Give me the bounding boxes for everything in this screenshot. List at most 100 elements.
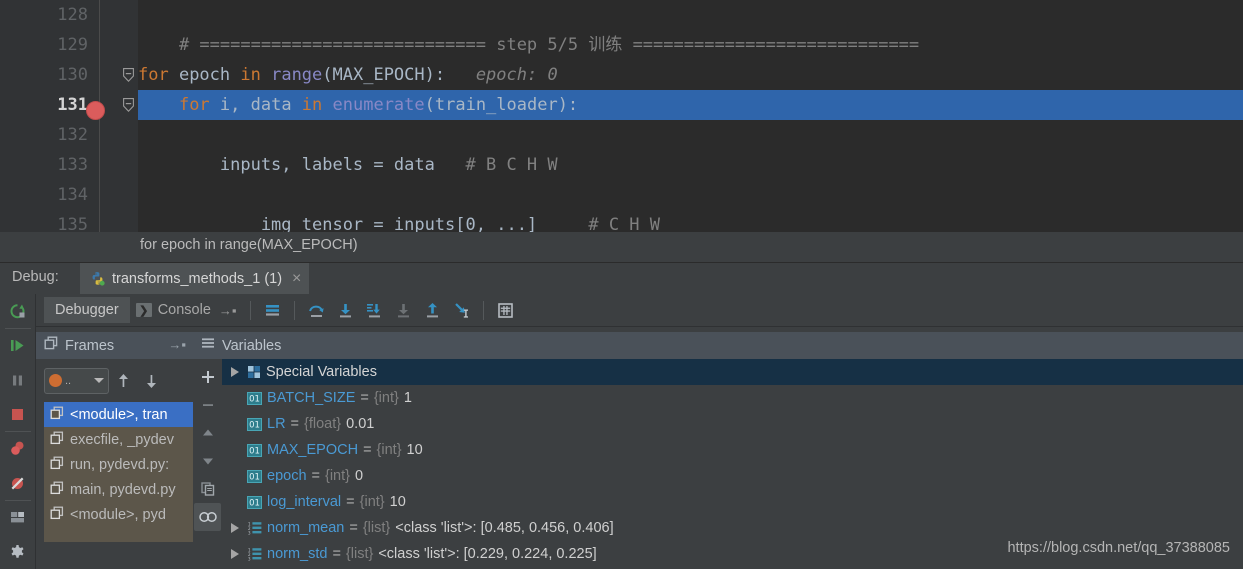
frames-panel-header[interactable]: Frames →▪ bbox=[36, 332, 193, 359]
stack-frame-icon bbox=[50, 406, 64, 424]
variable-type: {int} bbox=[359, 494, 385, 510]
frame-list-item[interactable]: main, pydevd.py bbox=[44, 477, 193, 502]
chevron-down-icon bbox=[94, 378, 104, 383]
python-file-icon bbox=[90, 271, 105, 286]
frame-up-button[interactable] bbox=[109, 367, 137, 395]
code-line-text: # ============================ step 5/5 … bbox=[138, 30, 919, 60]
variable-row[interactable]: 1 2 3 norm_mean = {list} <class 'list'>: [0.48… bbox=[222, 515, 1243, 541]
variable-value: 10 bbox=[389, 494, 406, 510]
variable-equals: = bbox=[360, 390, 369, 406]
frame-list-item-label: <module>, pyd bbox=[70, 506, 166, 523]
step-into-icon[interactable] bbox=[331, 296, 360, 324]
variable-value: <class 'list'>: [0.485, 0.456, 0.406] bbox=[395, 520, 614, 536]
resume-program-icon[interactable] bbox=[0, 329, 36, 363]
run-to-cursor-icon[interactable] bbox=[447, 296, 476, 324]
step-into-my-code-icon[interactable] bbox=[389, 296, 418, 324]
code-fold-icon[interactable] bbox=[123, 68, 134, 82]
code-token-cm: # ============================ step 5/5 … bbox=[138, 35, 920, 55]
thread-selector-dropdown[interactable]: .. bbox=[44, 367, 109, 394]
variable-type: {float} bbox=[304, 416, 342, 432]
add-watch-button[interactable] bbox=[194, 363, 221, 391]
code-fold-icon[interactable] bbox=[123, 98, 134, 112]
chevron-right-icon bbox=[231, 523, 239, 533]
copy-value-button[interactable] bbox=[194, 475, 221, 503]
remove-watch-button[interactable] bbox=[194, 391, 221, 419]
code-line[interactable]: 131 for i, data in enumerate(train_loade… bbox=[0, 90, 1243, 120]
force-step-into-icon[interactable] bbox=[360, 296, 389, 324]
frame-down-button[interactable] bbox=[137, 367, 165, 395]
code-editor[interactable]: 128 129 # ============================ st… bbox=[0, 0, 1243, 232]
evaluate-expression-icon[interactable] bbox=[491, 296, 520, 324]
int-var-icon: 01 bbox=[247, 443, 262, 457]
rerun-icon[interactable] bbox=[0, 294, 36, 328]
breakpoint-marker[interactable] bbox=[86, 101, 105, 120]
variable-equals: = bbox=[332, 546, 341, 562]
close-icon[interactable]: × bbox=[292, 270, 301, 287]
run-configuration-tab[interactable]: transforms_methods_1 (1) × bbox=[80, 263, 310, 294]
frame-list-item[interactable]: <module>, pyd bbox=[44, 502, 193, 527]
thread-status-icon bbox=[49, 374, 62, 387]
tab-debugger[interactable]: Debugger bbox=[44, 297, 130, 323]
frame-list-item[interactable]: <module>, tran bbox=[44, 402, 193, 427]
variable-type: {int} bbox=[373, 390, 399, 406]
code-line[interactable]: 129 # ============================ step … bbox=[0, 30, 1243, 60]
svg-text:3: 3 bbox=[248, 530, 251, 535]
move-watch-up-button[interactable] bbox=[194, 419, 221, 447]
frames-list[interactable]: <module>, tran execfile, _pydev run, pydev… bbox=[44, 402, 193, 542]
code-token-kw: in bbox=[240, 65, 272, 85]
expand-triangle-icon[interactable] bbox=[228, 549, 242, 559]
variable-equals: = bbox=[346, 494, 355, 510]
code-line-text: for i, data in enumerate(train_loader): bbox=[138, 90, 578, 120]
variable-value: <class 'list'>: [0.229, 0.224, 0.225] bbox=[378, 546, 597, 562]
stop-icon[interactable] bbox=[0, 397, 36, 431]
line-number: 130 bbox=[57, 65, 88, 85]
editor-hscrollbar-track[interactable] bbox=[100, 216, 1243, 225]
frame-list-item[interactable]: run, pydevd.py: bbox=[44, 452, 193, 477]
variable-row[interactable]: 01 BATCH_SIZE = {int} 1 bbox=[222, 385, 1243, 411]
frame-list-item[interactable]: execfile, _pydev bbox=[44, 427, 193, 452]
mute-breakpoints-icon[interactable] bbox=[0, 466, 36, 500]
inspect-watches-button[interactable] bbox=[194, 503, 221, 531]
editor-tooltip-text: for epoch in range(MAX_EPOCH) bbox=[140, 237, 358, 253]
frame-list-item-label: execfile, _pydev bbox=[70, 431, 174, 448]
chevron-right-icon bbox=[231, 549, 239, 559]
console-icon: ❯ bbox=[135, 303, 152, 317]
code-line[interactable]: 134 bbox=[0, 180, 1243, 210]
code-line[interactable]: 128 bbox=[0, 0, 1243, 30]
int-var-icon: 01 bbox=[247, 495, 262, 509]
pause-program-icon[interactable] bbox=[0, 363, 36, 397]
code-line-text: inputs, labels = data # B C H W bbox=[138, 150, 558, 180]
show-execution-point-icon[interactable] bbox=[258, 296, 287, 324]
code-line[interactable]: 133 inputs, labels = data # B C H W bbox=[0, 150, 1243, 180]
code-lines: 128 129 # ============================ st… bbox=[0, 0, 1243, 232]
code-token-kw: for bbox=[138, 65, 179, 85]
debug-window-header: Debug: transforms_methods_1 (1) × bbox=[0, 263, 1243, 294]
code-line[interactable]: 132 bbox=[0, 120, 1243, 150]
layout-settings-icon[interactable] bbox=[0, 501, 36, 535]
line-number: 133 bbox=[57, 155, 88, 175]
variable-row[interactable]: 01 MAX_EPOCH = {int} 10 bbox=[222, 437, 1243, 463]
svg-text:3: 3 bbox=[248, 556, 251, 561]
pin-tab-icon[interactable]: →▪ bbox=[219, 303, 237, 318]
move-watch-down-button[interactable] bbox=[194, 447, 221, 475]
code-token-kw: in bbox=[301, 95, 333, 115]
variable-row[interactable]: 01 epoch = {int} 0 bbox=[222, 463, 1243, 489]
variable-row[interactable]: 01 log_interval = {int} 10 bbox=[222, 489, 1243, 515]
special-variables-row[interactable]: Special Variables bbox=[222, 359, 1243, 385]
view-breakpoints-icon[interactable] bbox=[0, 432, 36, 466]
variables-list[interactable]: Special Variables 01 BATCH_SIZE = {int} 1 01 LR… bbox=[222, 359, 1243, 569]
settings-gear-icon[interactable] bbox=[0, 535, 36, 569]
expand-triangle-icon[interactable] bbox=[228, 523, 242, 533]
code-line[interactable]: 130 for epoch in range(MAX_EPOCH): epoch:… bbox=[0, 60, 1243, 90]
int-var-icon: 01 bbox=[247, 391, 262, 405]
variables-panel-header[interactable]: Variables bbox=[193, 332, 1243, 359]
line-number: 131 bbox=[57, 95, 88, 115]
code-line-text: for epoch in range(MAX_EPOCH): epoch: 0 bbox=[138, 60, 558, 90]
step-out-icon[interactable] bbox=[418, 296, 447, 324]
expand-triangle-icon[interactable] bbox=[228, 367, 242, 377]
tab-console[interactable]: ❯ Console →▪ bbox=[132, 297, 243, 323]
step-over-icon[interactable] bbox=[302, 296, 331, 324]
pin-frames-icon[interactable]: →▪ bbox=[168, 337, 186, 352]
toolbar-separator bbox=[249, 300, 251, 320]
variable-row[interactable]: 01 LR = {float} 0.01 bbox=[222, 411, 1243, 437]
